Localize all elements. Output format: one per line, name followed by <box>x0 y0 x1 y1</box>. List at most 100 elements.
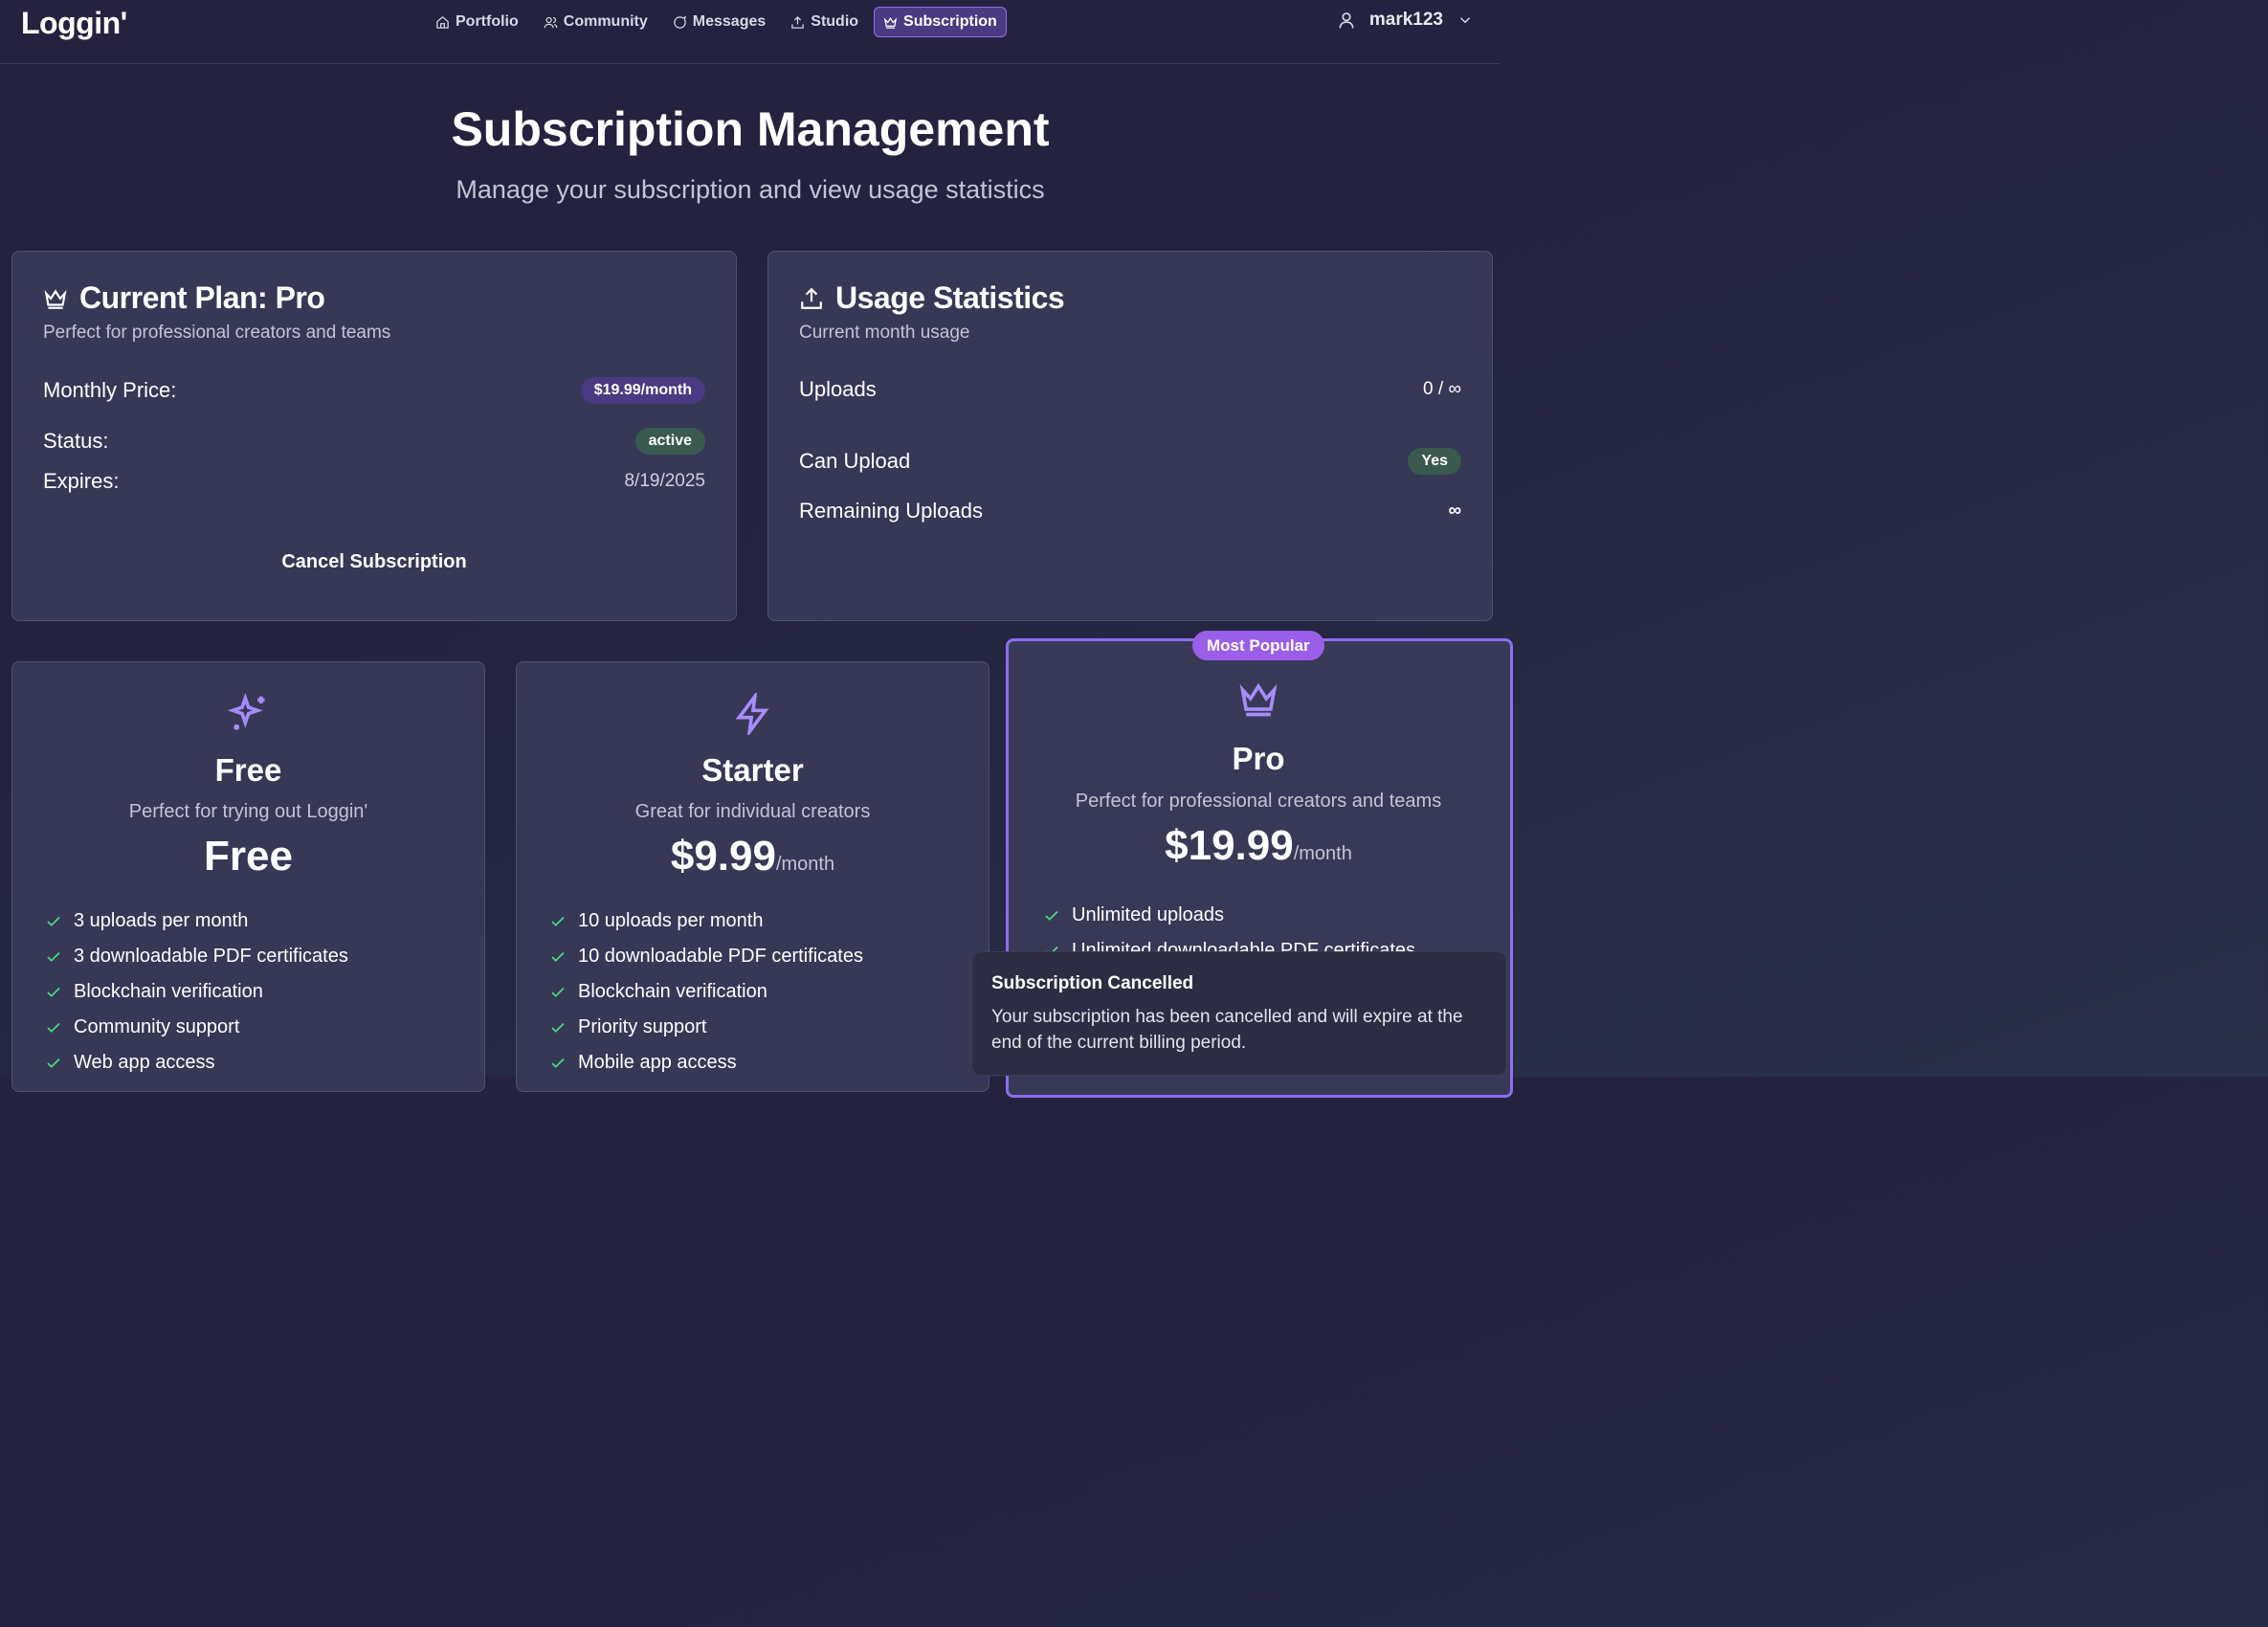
current-plan-description: Perfect for professional creators and te… <box>43 323 391 343</box>
feature-item: Unlimited uploads <box>1043 898 1491 933</box>
most-popular-badge: Most Popular <box>1192 631 1324 660</box>
plan-price: $19.99/month <box>1009 822 1508 870</box>
current-plan-card: Current Plan: Pro Perfect for profession… <box>11 251 737 621</box>
feature-item: Blockchain verification <box>45 974 465 1010</box>
feature-text: Web app access <box>74 1052 215 1073</box>
plan-icon-wrapper <box>1009 678 1510 720</box>
check-icon <box>551 1022 565 1033</box>
expires-label: Expires: <box>43 469 120 493</box>
nav-links: Portfolio Community Messages Studio Subs… <box>426 7 1007 37</box>
feature-text: Unlimited uploads <box>1072 904 1224 925</box>
cancel-subscription-button[interactable]: Cancel Subscription <box>12 550 736 574</box>
usage-title: Usage Statistics <box>835 280 1065 315</box>
check-icon <box>551 987 565 997</box>
remaining-uploads-value: ∞ <box>1448 501 1461 521</box>
status-badge: active <box>634 428 705 455</box>
expires-value: 8/19/2025 <box>624 471 705 491</box>
toast-body: Your subscription has been cancelled and… <box>991 1007 1463 1053</box>
nav-item-community[interactable]: Community <box>534 7 657 37</box>
crown-icon <box>44 288 67 309</box>
status-row: Status: active <box>43 428 705 455</box>
nav-item-subscription[interactable]: Subscription <box>874 7 1007 37</box>
expires-row: Expires: 8/19/2025 <box>43 469 705 494</box>
feature-item: 3 downloadable PDF certificates <box>45 939 465 974</box>
nav-label: Community <box>563 13 648 30</box>
plan-name: Starter <box>701 752 804 788</box>
page-title: Subscription Management <box>451 102 1050 156</box>
top-navigation: Loggin' Portfolio Community Messages Stu… <box>0 0 1501 64</box>
plan-card-free: Free Perfect for trying out Loggin' Free… <box>11 661 485 1092</box>
remaining-uploads-label: Remaining Uploads <box>799 499 983 523</box>
upload-icon <box>801 287 822 309</box>
plan-price-amount: $19.99 <box>1165 822 1294 869</box>
usage-header: Usage Statistics <box>799 280 1065 316</box>
current-plan-header: Current Plan: Pro <box>43 280 325 316</box>
uploads-value: 0 / ∞ <box>1423 379 1461 399</box>
crown-icon <box>1239 682 1278 717</box>
chevron-down-icon <box>1459 17 1471 24</box>
current-plan-title: Current Plan: Pro <box>79 280 325 315</box>
plan-icon-wrapper <box>517 693 989 735</box>
nav-label: Portfolio <box>456 13 519 30</box>
feature-text: Mobile app access <box>578 1052 737 1073</box>
toast-notification[interactable]: Subscription Cancelled Your subscription… <box>971 951 1507 1076</box>
nav-label: Subscription <box>903 13 997 30</box>
check-icon <box>47 951 60 962</box>
check-icon <box>551 1058 565 1068</box>
feature-item: Web app access <box>45 1045 465 1081</box>
nav-item-portfolio[interactable]: Portfolio <box>426 7 528 37</box>
feature-text: 3 downloadable PDF certificates <box>74 946 348 967</box>
plan-features: 10 uploads per month 10 downloadable PDF… <box>549 903 969 1081</box>
usage-description: Current month usage <box>799 323 970 343</box>
home-icon <box>436 15 449 29</box>
feature-text: 3 uploads per month <box>74 910 249 931</box>
feature-text: Blockchain verification <box>74 981 263 1002</box>
feature-item: 10 downloadable PDF certificates <box>549 939 969 974</box>
plan-name: Free <box>214 752 282 788</box>
crown-icon <box>883 16 898 29</box>
can-upload-label: Can Upload <box>799 449 911 473</box>
plan-features: 3 uploads per month 3 downloadable PDF c… <box>45 903 465 1081</box>
feature-item: Blockchain verification <box>549 974 969 1010</box>
can-upload-badge: Yes <box>1408 448 1461 475</box>
nav-label: Messages <box>692 13 767 30</box>
feature-item: Mobile app access <box>549 1045 969 1081</box>
monthly-price-label: Monthly Price: <box>43 378 177 402</box>
plan-price-period: /month <box>1293 843 1352 864</box>
plan-price-amount: $9.99 <box>670 833 776 880</box>
message-icon <box>674 15 686 29</box>
uploads-label: Uploads <box>799 377 877 401</box>
usage-statistics-card: Usage Statistics Current month usage Upl… <box>767 251 1493 621</box>
feature-item: Community support <box>45 1010 465 1045</box>
status-label: Status: <box>43 429 109 453</box>
lightning-icon <box>735 693 768 735</box>
username: mark123 <box>1368 10 1443 30</box>
remaining-uploads-row: Remaining Uploads ∞ <box>799 499 1461 524</box>
upload-icon <box>791 15 805 29</box>
plan-name: Pro <box>1232 741 1285 776</box>
plan-icon-wrapper <box>12 693 484 735</box>
feature-item: 10 uploads per month <box>549 903 969 939</box>
check-icon <box>47 1058 60 1068</box>
can-upload-row: Can Upload Yes <box>799 448 1461 475</box>
check-icon <box>47 916 60 926</box>
check-icon <box>551 951 565 962</box>
monthly-price-row: Monthly Price: $19.99/month <box>43 377 705 404</box>
plan-description: Perfect for professional creators and te… <box>1075 791 1442 812</box>
plan-price: Free <box>12 833 484 880</box>
page-subtitle: Manage your subscription and view usage … <box>456 175 1045 204</box>
feature-text: 10 downloadable PDF certificates <box>578 946 863 967</box>
sparkles-icon <box>227 693 264 730</box>
nav-item-studio[interactable]: Studio <box>781 7 868 37</box>
user-icon <box>1339 12 1354 29</box>
nav-label: Studio <box>811 13 859 30</box>
users-icon <box>544 16 558 28</box>
app-logo[interactable]: Loggin' <box>21 6 127 41</box>
nav-item-messages[interactable]: Messages <box>663 7 776 37</box>
toast-title: Subscription Cancelled <box>991 973 1194 993</box>
user-menu[interactable]: mark123 <box>1337 10 1474 31</box>
feature-item: Priority support <box>549 1010 969 1045</box>
plan-description: Great for individual creators <box>634 801 871 822</box>
feature-item: 3 uploads per month <box>45 903 465 939</box>
uploads-row: Uploads 0 / ∞ <box>799 377 1461 402</box>
